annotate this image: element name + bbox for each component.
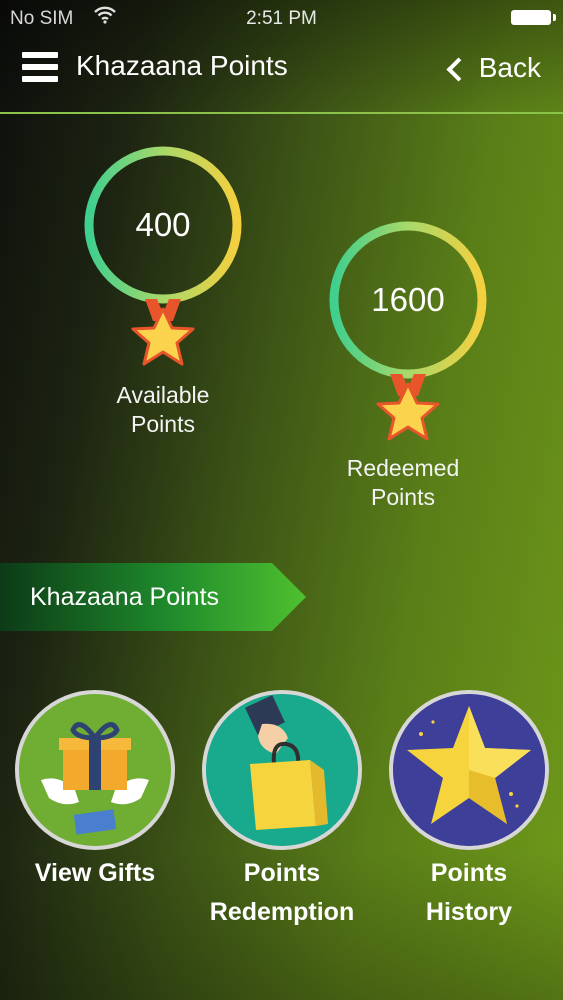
redeemed-medal-star-icon [376,374,440,441]
redeemed-points-medal: 1600 [328,220,488,380]
clock: 2:51 PM [246,8,317,29]
back-button[interactable]: Back [446,52,541,84]
points-ring: 400 [83,145,243,305]
star-icon [389,690,549,850]
available-points-value: 400 [135,206,191,243]
view-gifts-button[interactable]: View Gifts [15,690,175,940]
navigation-bar: Khazaana Points Back [0,36,563,114]
section-banner-label: Khazaana Points [30,583,220,611]
chevron-left-icon [446,56,471,82]
page-title: Khazaana Points [76,50,288,81]
available-medal-star-icon [131,299,195,366]
gift-icon [15,690,175,850]
available-points-label: Available Points [116,382,210,437]
points-ring: 1600 [328,220,488,380]
battery-icon [511,10,556,25]
shopping-bag-icon [202,690,362,850]
back-label: Back [478,52,541,83]
points-redemption-label: Points Redemption [209,859,355,926]
redeemed-points-label: Redeemed Points [346,455,460,510]
redeemed-points-value: 1600 [371,281,445,318]
points-redemption-button[interactable]: Points Redemption [202,690,362,940]
view-gifts-label: View Gifts [34,859,156,887]
available-points-medal: 400 [83,145,243,305]
hamburger-menu-icon[interactable] [22,52,58,82]
points-history-label: Points History [425,859,513,926]
points-history-button[interactable]: Points History [389,690,549,940]
status-bar: No SIM 2:51 PM [0,0,563,36]
